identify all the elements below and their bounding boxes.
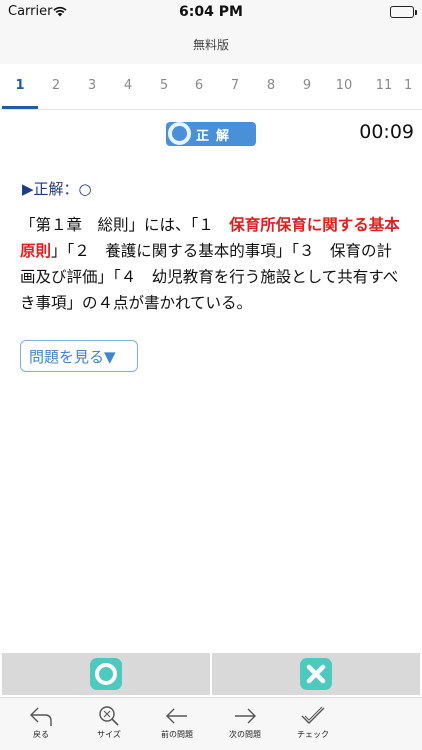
size-button[interactable]: サイズ (74, 704, 144, 740)
show-question-label: 問題を見る▼ (29, 348, 116, 366)
tab-7[interactable]: 7 (217, 78, 253, 93)
bottom-toolbar: 戻る サイズ 前の問題 次の問題 チェック (0, 697, 422, 750)
nav-title: 無料版 (192, 38, 229, 52)
tab-4[interactable]: 4 (110, 78, 146, 93)
zoom-icon (99, 706, 119, 726)
explanation-part-2: 」「２ 養護に関する基本的事項」「３ 保育の計画及び評価」「４ 幼児教育を行う施… (20, 242, 399, 312)
tab-9[interactable]: 9 (289, 78, 325, 93)
mark-correct-button[interactable] (2, 653, 210, 695)
left-arrow-icon (166, 708, 187, 724)
explanation-part-1: 「第１章 総則」には、「１ (20, 216, 230, 234)
circle-icon (90, 658, 122, 690)
timer: 00:09 (359, 121, 414, 143)
next-question-label: 次の問題 (229, 730, 261, 739)
answer-text: 正解：○ (33, 180, 92, 198)
circle-icon (168, 122, 191, 145)
back-button[interactable]: 戻る (6, 704, 76, 740)
answer-line: ▶正解：○ (22, 178, 92, 199)
clock: 6:04 PM (179, 4, 243, 20)
show-question-button[interactable]: 問題を見る▼ (20, 340, 138, 372)
result-label: 正解 (196, 129, 237, 144)
tab-1[interactable]: 1 (2, 78, 38, 93)
check-label: チェック (297, 730, 329, 739)
cross-icon (300, 658, 332, 690)
prev-question-label: 前の問題 (161, 730, 193, 739)
check-icon (301, 706, 325, 724)
question-tabs: 1 2 3 4 5 6 7 8 9 10 11 1 (0, 64, 422, 110)
tab-5[interactable]: 5 (146, 78, 182, 93)
active-tab-indicator (2, 106, 38, 109)
triangle-icon: ▶ (22, 180, 34, 198)
tab-10[interactable]: 10 (326, 78, 362, 93)
mark-wrong-button[interactable] (212, 653, 420, 695)
tab-3[interactable]: 3 (74, 78, 110, 93)
back-arrow-icon (30, 707, 52, 726)
size-label: サイズ (97, 730, 121, 739)
judge-row (0, 653, 422, 695)
tab-2[interactable]: 2 (38, 78, 74, 93)
tab-12[interactable]: 1 (404, 78, 422, 93)
tab-6[interactable]: 6 (181, 78, 217, 93)
back-label: 戻る (33, 730, 49, 739)
result-badge: 正解 (166, 122, 256, 146)
right-arrow-icon (235, 708, 256, 724)
battery-icon (390, 6, 417, 18)
prev-question-button[interactable]: 前の問題 (142, 704, 212, 740)
next-question-button[interactable]: 次の問題 (210, 704, 280, 740)
check-button[interactable]: チェック (278, 704, 348, 740)
explanation-text: 「第１章 総則」には、「１ 保育所保育に関する基本原則」「２ 養護に関する基本的… (20, 212, 404, 316)
status-bar: Carrier 6:04 PM (0, 0, 422, 24)
nav-bar: 無料版 (0, 24, 422, 64)
tab-8[interactable]: 8 (253, 78, 289, 93)
tab-11[interactable]: 11 (366, 78, 402, 93)
